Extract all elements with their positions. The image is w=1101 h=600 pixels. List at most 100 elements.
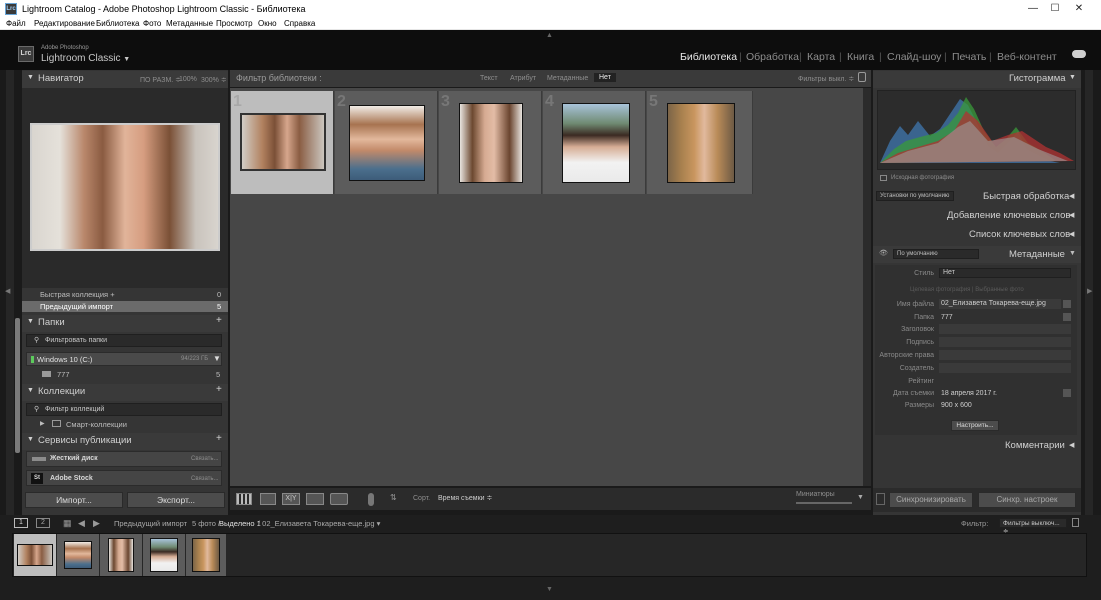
- thumbnail-size-slider[interactable]: [796, 502, 852, 504]
- copyright-field[interactable]: [939, 350, 1071, 360]
- caption-field[interactable]: [939, 337, 1071, 347]
- loupe-view-icon[interactable]: [260, 493, 276, 505]
- menu-metadata[interactable]: Метаданные: [166, 19, 213, 28]
- menu-file[interactable]: Файл: [6, 19, 26, 28]
- filmstrip-thumbnail[interactable]: [108, 538, 134, 572]
- photo-thumbnail[interactable]: [240, 113, 326, 171]
- navigator-preview-image[interactable]: [30, 123, 220, 251]
- photo-thumbnail[interactable]: [349, 105, 425, 181]
- capture-date-action-icon[interactable]: [1063, 389, 1071, 397]
- keywording-header[interactable]: Добавление ключевых слов ◀: [873, 208, 1081, 225]
- menu-photo[interactable]: Фото: [143, 19, 161, 28]
- publish-services-header[interactable]: ▼ Сервисы публикации +: [22, 433, 228, 450]
- grid-scrollbar[interactable]: [863, 88, 871, 486]
- filter-presets-dropdown[interactable]: Фильтры выкл. ≑: [798, 75, 854, 83]
- folder-goto-icon[interactable]: [1063, 313, 1071, 321]
- filmstrip-thumbnail[interactable]: [64, 541, 92, 569]
- filmstrip-thumbnail[interactable]: [192, 538, 220, 572]
- menu-edit[interactable]: Редактирование: [34, 19, 95, 28]
- quick-develop-header[interactable]: Быстрая обработка ◀: [955, 189, 1081, 206]
- grid-cell[interactable]: 2: [335, 91, 438, 194]
- collapse-top-arrow-icon[interactable]: ▲: [546, 32, 553, 39]
- brand-line2[interactable]: Lightroom Classic ▼: [41, 53, 130, 64]
- filename-action-icon[interactable]: [1063, 300, 1071, 308]
- metadata-header[interactable]: 👁 По умолчанию Метаданные ▼: [873, 246, 1081, 263]
- folder-row[interactable]: 777 5: [26, 369, 222, 380]
- module-web[interactable]: Веб-контент: [997, 51, 1057, 63]
- comments-header[interactable]: Комментарии ◀: [873, 438, 1081, 455]
- filename-field[interactable]: 02_Елизавета Токарева-еще.jpg: [939, 299, 1061, 309]
- filter-folders-input[interactable]: ⚲ Фильтровать папки: [26, 334, 222, 347]
- painter-icon[interactable]: [368, 493, 374, 506]
- menu-help[interactable]: Справка: [284, 19, 315, 28]
- module-library[interactable]: Библиотека: [680, 51, 737, 63]
- keyword-list-header[interactable]: Список ключевых слов ◀: [873, 227, 1081, 244]
- cloud-icon[interactable]: [1072, 50, 1086, 58]
- quick-collection-row[interactable]: Быстрая коллекция + 0: [22, 289, 228, 300]
- filmstrip-filter-dropdown[interactable]: Фильтры выключ... ≑: [999, 518, 1067, 535]
- export-button[interactable]: Экспорт...: [127, 492, 225, 508]
- grid-view-icon[interactable]: [236, 493, 252, 505]
- collapse-right-arrow-icon[interactable]: ▶: [1087, 287, 1092, 295]
- lock-icon[interactable]: [858, 72, 866, 82]
- photo-thumbnail[interactable]: [459, 103, 523, 183]
- module-develop[interactable]: Обработка: [746, 51, 799, 63]
- navigator-header[interactable]: ▼ Навигатор ПО РАЗМ. ≑ 100% 300% ≑: [22, 71, 228, 88]
- menu-window[interactable]: Окно: [258, 19, 277, 28]
- publish-hard-drive-row[interactable]: Жесткий диск Связать...: [26, 451, 222, 467]
- photo-thumbnail[interactable]: [667, 103, 735, 183]
- add-publish-service-icon[interactable]: +: [216, 433, 222, 444]
- metadata-target-tabs[interactable]: Целевая фотография | Выбранные фото: [910, 287, 1024, 293]
- collapse-left-arrow-icon[interactable]: ◀: [5, 287, 10, 295]
- grid-cell[interactable]: 5: [647, 91, 753, 194]
- module-print[interactable]: Печать: [952, 51, 986, 63]
- grid-cell[interactable]: 4: [543, 91, 646, 194]
- compare-view-icon[interactable]: X|Y: [282, 493, 300, 505]
- module-slideshow[interactable]: Слайд-шоу: [887, 51, 941, 63]
- navigator-zoom-300[interactable]: 300% ≑: [201, 76, 227, 84]
- photo-thumbnail[interactable]: [562, 103, 630, 183]
- adobe-stock-setup-link[interactable]: Связать...: [191, 476, 219, 482]
- people-view-icon[interactable]: [330, 493, 348, 505]
- grid-cell[interactable]: 3: [439, 91, 542, 194]
- folders-header[interactable]: ▼ Папки +: [22, 315, 228, 332]
- screen-1-button[interactable]: 1: [14, 518, 28, 528]
- sort-dropdown[interactable]: Время съемки ≑: [438, 494, 492, 502]
- add-collection-icon[interactable]: +: [216, 384, 222, 395]
- screen-2-button[interactable]: 2: [36, 518, 50, 528]
- filter-collections-input[interactable]: ⚲ Фильтр коллекций: [26, 403, 222, 416]
- hard-drive-setup-link[interactable]: Связать...: [191, 456, 219, 462]
- module-map[interactable]: Карта: [807, 51, 835, 63]
- sort-direction-icon[interactable]: ⇅: [390, 493, 397, 502]
- filmstrip-thumbnail[interactable]: [17, 544, 53, 566]
- original-photo-checkbox[interactable]: [880, 175, 887, 181]
- filter-attribute-tab[interactable]: Атрибут: [510, 75, 536, 82]
- histogram-header[interactable]: Гистограмма ▼: [873, 71, 1081, 88]
- menu-view[interactable]: Просмотр: [216, 19, 253, 28]
- filter-text-tab[interactable]: Текст: [480, 75, 498, 82]
- smart-collections-row[interactable]: ▶ Смарт-коллекции: [26, 419, 222, 430]
- navigator-zoom-100[interactable]: 100%: [179, 76, 197, 83]
- menu-library[interactable]: Библиотека: [96, 19, 140, 28]
- filmstrip-lock-icon[interactable]: [1072, 518, 1079, 527]
- quick-develop-preset-dropdown[interactable]: Установки по умолчанию: [876, 191, 954, 201]
- filmstrip-source[interactable]: Предыдущий импорт: [114, 519, 187, 528]
- metadata-style-dropdown[interactable]: Нет: [939, 268, 1071, 278]
- filmstrip-path[interactable]: / 02_Елизавета Токарева-еще.jpg ▾: [258, 519, 380, 528]
- creator-field[interactable]: [939, 363, 1071, 373]
- previous-import-row[interactable]: Предыдущий импорт 5: [22, 301, 228, 312]
- close-button[interactable]: ✕: [1056, 0, 1101, 18]
- sync-button[interactable]: Синхронизировать: [889, 492, 973, 508]
- forward-arrow-icon[interactable]: ▶: [93, 518, 100, 529]
- grid-cell[interactable]: 1: [231, 91, 334, 194]
- import-button[interactable]: Импорт...: [25, 492, 123, 508]
- filmstrip-thumbnail[interactable]: [150, 538, 178, 572]
- customize-metadata-button[interactable]: Настроить...: [951, 420, 999, 431]
- collections-header[interactable]: ▼ Коллекции +: [22, 384, 228, 401]
- survey-view-icon[interactable]: [306, 493, 324, 505]
- filter-none-tab[interactable]: Нет: [594, 73, 616, 82]
- title-field[interactable]: [939, 324, 1071, 334]
- grid-icon[interactable]: ▦: [63, 518, 72, 529]
- toolbar-options-chevron-icon[interactable]: ▼: [857, 494, 864, 501]
- navigator-fit[interactable]: ПО РАЗМ. ≑: [140, 76, 181, 84]
